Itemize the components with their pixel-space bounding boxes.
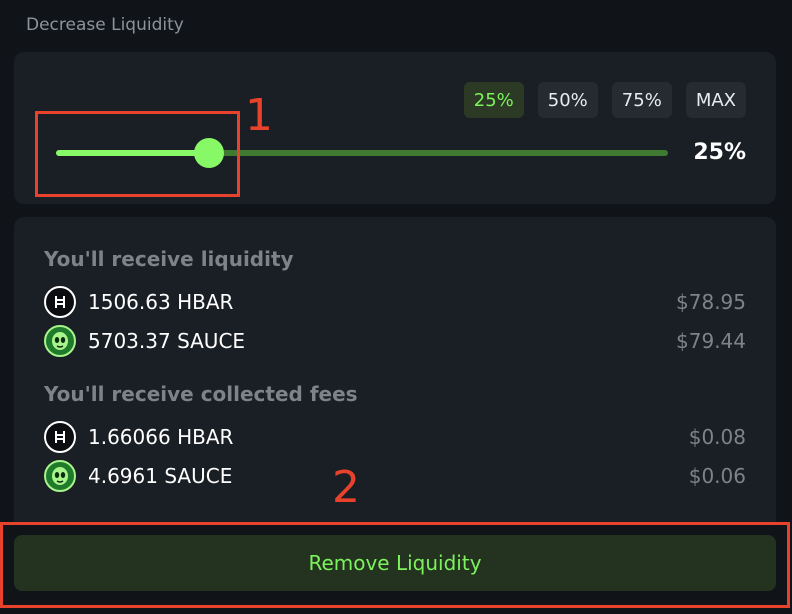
sauce-icon (44, 460, 76, 492)
annotation-box-1 (35, 111, 240, 197)
annotation-box-2 (0, 522, 790, 608)
receive-liquidity-heading: You'll receive liquidity (44, 247, 294, 271)
preset-50-button[interactable]: 50% (537, 82, 598, 118)
token-amount: 5703.37 SAUCE (88, 329, 246, 353)
hbar-icon (44, 421, 76, 453)
list-item: 4.6961 SAUCE $0.06 (44, 460, 746, 492)
list-item: 5703.37 SAUCE $79.44 (44, 325, 746, 357)
section-title: Decrease Liquidity (26, 15, 184, 35)
usd-value: $0.08 (688, 425, 746, 449)
token-amount: 4.6961 SAUCE (88, 464, 233, 488)
usd-value: $79.44 (676, 329, 746, 353)
token-amount: 1.66066 HBAR (88, 425, 234, 449)
hbar-icon (44, 286, 76, 318)
usd-value: $78.95 (676, 290, 746, 314)
preset-group: 25% 50% 75% MAX (463, 82, 746, 118)
usd-value: $0.06 (688, 464, 746, 488)
token-amount: 1506.63 HBAR (88, 290, 234, 314)
sauce-icon (44, 325, 76, 357)
preset-75-button[interactable]: 75% (611, 82, 672, 118)
annotation-number-2: 2 (332, 462, 360, 513)
annotation-number-1: 1 (245, 90, 273, 141)
preset-max-button[interactable]: MAX (685, 82, 746, 118)
list-item: 1506.63 HBAR $78.95 (44, 286, 746, 318)
preset-25-button[interactable]: 25% (463, 82, 524, 118)
receive-card: You'll receive liquidity 1506.63 HBAR $7… (14, 217, 776, 523)
list-item: 1.66066 HBAR $0.08 (44, 421, 746, 453)
receive-fees-heading: You'll receive collected fees (44, 382, 358, 406)
percent-value: 25% (693, 140, 746, 165)
